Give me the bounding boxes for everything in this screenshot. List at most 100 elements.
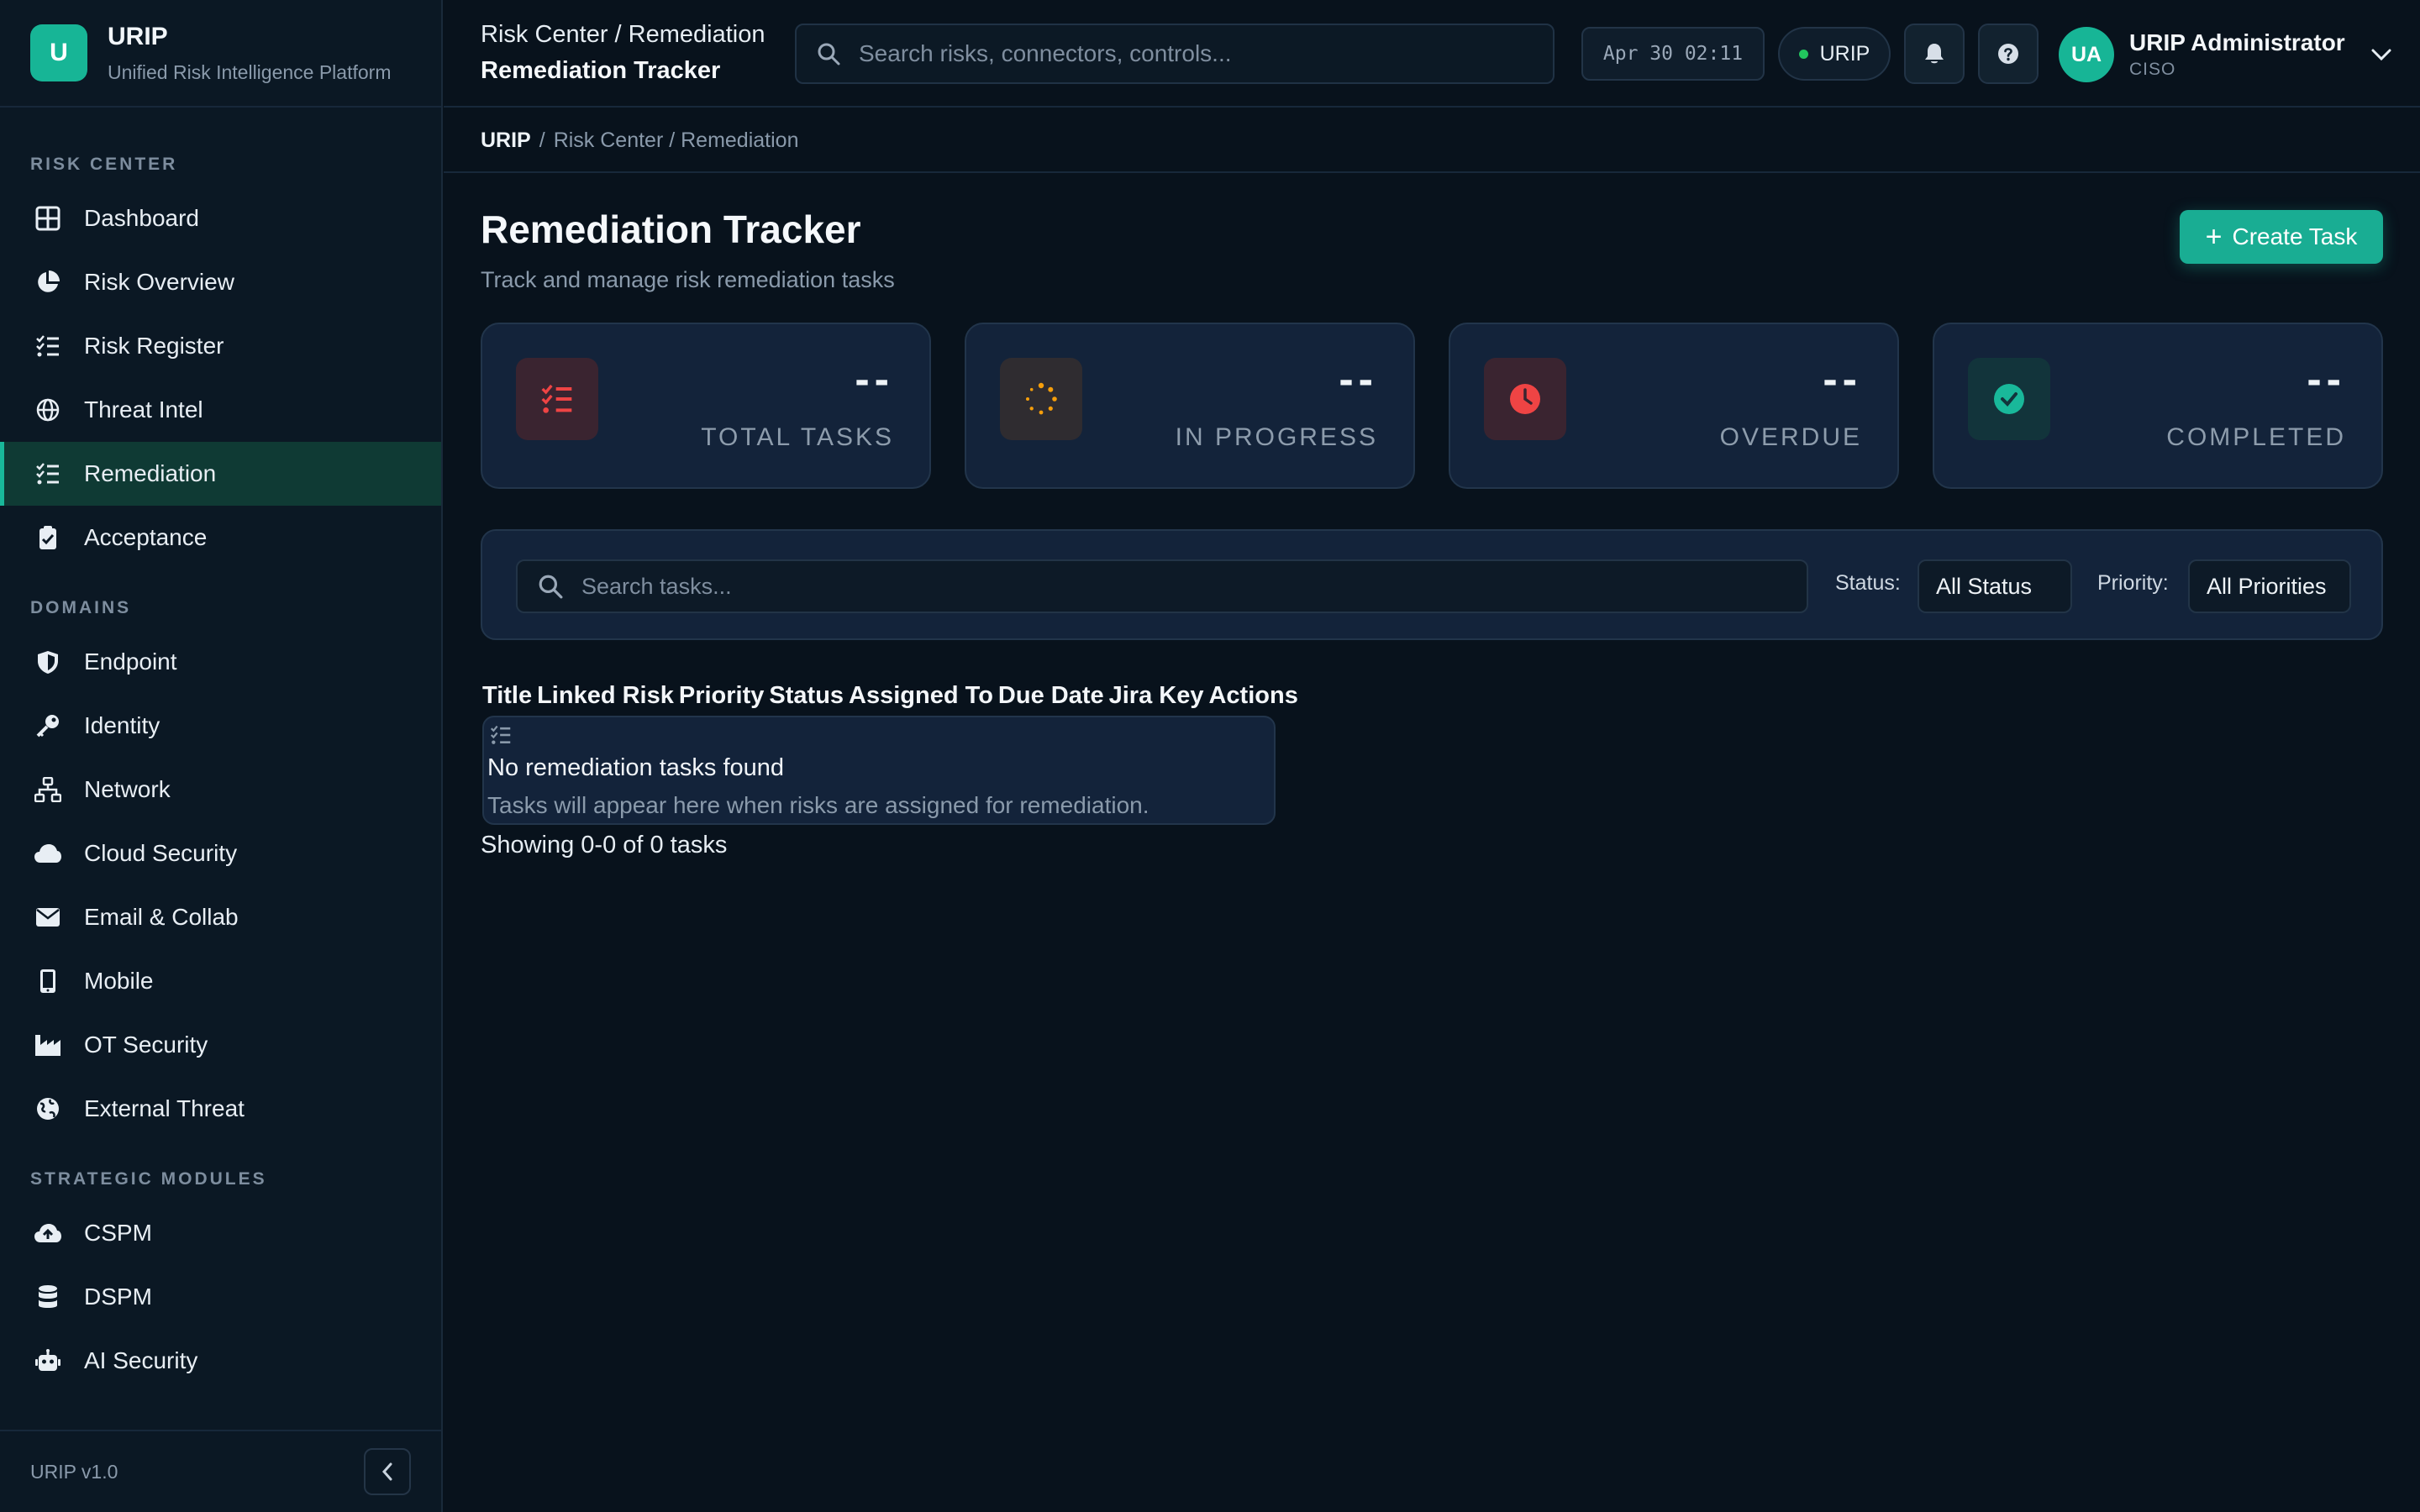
brand[interactable]: U URIP Unified Risk Intelligence Platfor…	[0, 0, 441, 108]
sidebar-item-cspm[interactable]: CSPM	[0, 1201, 441, 1265]
sidebar-item-label: Endpoint	[84, 648, 177, 675]
sidebar-item-label: Dashboard	[84, 205, 199, 231]
page-subtitle: Track and manage risk remediation tasks	[481, 267, 895, 292]
notifications-button[interactable]	[1904, 24, 1965, 84]
task-search[interactable]	[516, 559, 1808, 613]
list-check-icon	[34, 332, 62, 360]
user-name: URIP Administrator	[2129, 29, 2345, 55]
sidebar-item-label: Threat Intel	[84, 396, 203, 423]
shield-icon	[34, 648, 62, 676]
stat-label: TOTAL TASKS	[701, 423, 894, 451]
check-circle-icon	[1968, 358, 2050, 440]
sidebar-item-acceptance[interactable]: Acceptance	[0, 506, 441, 570]
global-search-input[interactable]	[859, 40, 1531, 67]
column-header-due-date[interactable]: Due Date	[998, 682, 1104, 710]
column-header-priority[interactable]: Priority	[679, 682, 765, 710]
sidebar-item-label: Cloud Security	[84, 840, 238, 866]
mobile-icon	[34, 967, 62, 995]
stat-card-in-progress: -- IN PROGRESS	[965, 323, 1415, 489]
sidebar-item-identity[interactable]: Identity	[0, 694, 441, 758]
sidebar-item-network[interactable]: Network	[0, 758, 441, 822]
sidebar-item-label: External Threat	[84, 1095, 245, 1121]
industry-icon	[34, 1031, 62, 1059]
sidebar-nav: RISK CENTER Dashboard Risk Overview Risk…	[0, 108, 441, 1393]
stat-value: --	[855, 355, 894, 404]
spinner-icon	[1000, 358, 1082, 440]
list-check-icon	[489, 724, 1274, 746]
grid-icon	[34, 204, 62, 233]
sidebar-item-label: DSPM	[84, 1284, 152, 1310]
status-filter-select[interactable]: All Status	[1918, 559, 2072, 613]
sidebar-item-ai-security[interactable]: AI Security	[0, 1329, 441, 1393]
task-search-input[interactable]	[581, 573, 1758, 600]
help-button[interactable]	[1978, 24, 2039, 84]
sidebar-item-label: Risk Overview	[84, 269, 234, 295]
globe-alt-icon	[34, 1095, 62, 1123]
sidebar-item-email-collab[interactable]: Email & Collab	[0, 885, 441, 949]
sidebar-item-ot-security[interactable]: OT Security	[0, 1013, 441, 1077]
create-task-label: Create Task	[2232, 223, 2358, 249]
brand-name: URIP	[108, 22, 168, 50]
section-label-domains: DOMAINS	[30, 598, 132, 617]
breadcrumb: URIP / Risk Center / Remediation	[444, 109, 2420, 173]
sidebar-item-remediation[interactable]: Remediation	[0, 442, 441, 506]
section-label-strategic-modules: STRATEGIC MODULES	[30, 1169, 267, 1189]
sidebar-item-label: Email & Collab	[84, 904, 239, 930]
stat-value: --	[1823, 355, 1862, 404]
priority-filter-select[interactable]: All Priorities	[2188, 559, 2351, 613]
tasks-table: Title Linked Risk Priority Status Assign…	[482, 679, 1303, 712]
brand-logo: U	[30, 24, 87, 81]
sidebar-item-dspm[interactable]: DSPM	[0, 1265, 441, 1329]
collapse-sidebar-button[interactable]	[364, 1448, 411, 1495]
sidebar-item-label: Remediation	[84, 460, 217, 486]
sidebar-item-label: Identity	[84, 712, 160, 738]
sidebar-item-label: OT Security	[84, 1032, 208, 1058]
sidebar-item-mobile[interactable]: Mobile	[0, 949, 441, 1013]
user-menu[interactable]: UA URIP Administrator CISO	[2059, 27, 2392, 82]
network-icon	[34, 775, 62, 804]
sidebar-item-label: AI Security	[84, 1347, 198, 1373]
pie-chart-icon	[34, 268, 62, 297]
column-header-title[interactable]: Title	[482, 682, 532, 710]
sidebar-item-risk-overview[interactable]: Risk Overview	[0, 250, 441, 314]
priority-filter-label: Priority:	[2097, 571, 2169, 595]
database-icon	[34, 1283, 62, 1311]
empty-state-subtitle: Tasks will appear here when risks are as…	[487, 792, 1150, 818]
breadcrumb-root[interactable]: URIP	[481, 129, 531, 153]
empty-state: No remediation tasks found Tasks will ap…	[482, 716, 1276, 825]
filter-bar: Status: All Status Priority: All Priorit…	[481, 529, 2383, 640]
section-label-risk-center: RISK CENTER	[30, 155, 178, 174]
plus-icon: +	[2205, 221, 2223, 253]
version-label: URIP v1.0	[30, 1460, 118, 1483]
sidebar-item-threat-intel[interactable]: Threat Intel	[0, 378, 441, 442]
global-search[interactable]	[795, 24, 1555, 84]
stat-card-overdue: -- OVERDUE	[1449, 323, 1899, 489]
stat-card-total-tasks: -- TOTAL TASKS	[481, 323, 931, 489]
topbar: Risk Center / Remediation Remediation Tr…	[444, 0, 2420, 108]
sidebar-item-risk-register[interactable]: Risk Register	[0, 314, 441, 378]
sidebar-item-label: Risk Register	[84, 333, 224, 359]
column-header-status[interactable]: Status	[769, 682, 844, 710]
sidebar-item-cloud-security[interactable]: Cloud Security	[0, 822, 441, 885]
stat-label: OVERDUE	[1719, 423, 1862, 451]
user-role: CISO	[2129, 60, 2176, 79]
create-task-button[interactable]: + Create Task	[2180, 210, 2383, 264]
key-icon	[34, 711, 62, 740]
column-header-linked-risk[interactable]: Linked Risk	[537, 682, 674, 710]
sidebar-item-external-threat[interactable]: External Threat	[0, 1077, 441, 1141]
list-check-icon	[34, 459, 62, 488]
tenant-badge[interactable]: URIP	[1778, 27, 1891, 81]
stat-card-completed: -- COMPLETED	[1933, 323, 2383, 489]
topbar-path: Risk Center / Remediation	[481, 21, 765, 48]
sidebar-item-endpoint[interactable]: Endpoint	[0, 630, 441, 694]
help-icon	[1997, 43, 2019, 65]
cloud-upload-icon	[34, 1219, 62, 1247]
column-header-assigned-to[interactable]: Assigned To	[849, 682, 993, 710]
breadcrumb-rest[interactable]: Risk Center / Remediation	[554, 129, 799, 153]
sidebar-item-dashboard[interactable]: Dashboard	[0, 186, 441, 250]
chevron-down-icon	[2370, 48, 2392, 61]
avatar: UA	[2059, 27, 2114, 82]
column-header-jira-key[interactable]: Jira Key	[1109, 682, 1204, 710]
sidebar-item-label: CSPM	[84, 1220, 152, 1246]
cloud-icon	[34, 839, 62, 868]
